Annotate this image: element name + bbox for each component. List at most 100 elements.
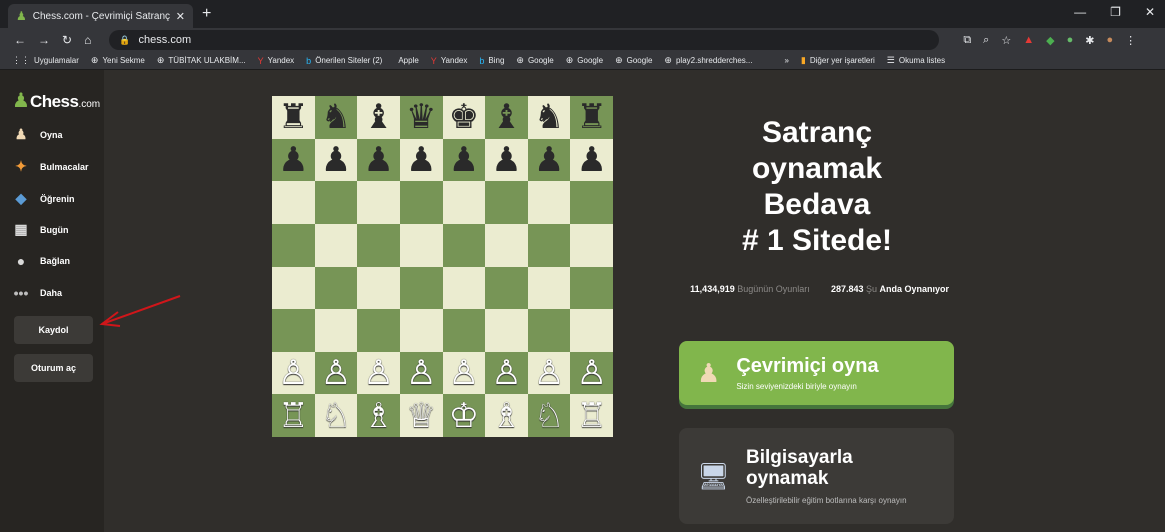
board-square[interactable] bbox=[272, 309, 315, 352]
tab-close-icon[interactable]: ✕ bbox=[176, 10, 185, 23]
black-piece[interactable]: ♝ bbox=[491, 100, 521, 134]
black-piece[interactable]: ♟ bbox=[321, 143, 351, 177]
sidebar-item-play[interactable]: ♟ Oyna bbox=[12, 126, 63, 143]
black-piece[interactable]: ♟ bbox=[491, 143, 521, 177]
board-square[interactable]: ♙ bbox=[314, 351, 358, 395]
black-piece[interactable]: ♟ bbox=[278, 143, 308, 177]
board-square[interactable]: ♜ bbox=[272, 96, 315, 139]
black-piece[interactable]: ♜ bbox=[576, 100, 606, 134]
sidebar-item-more[interactable]: ••• Daha bbox=[12, 285, 62, 301]
zoom-icon[interactable]: ⌕ bbox=[983, 34, 989, 47]
board-square[interactable] bbox=[357, 266, 400, 310]
board-square[interactable] bbox=[399, 223, 443, 267]
black-piece[interactable]: ♛ bbox=[406, 100, 436, 134]
board-square[interactable] bbox=[272, 223, 315, 267]
maximize-button[interactable]: ❐ bbox=[1110, 5, 1121, 19]
board-square[interactable]: ♔ bbox=[442, 394, 486, 437]
board-square[interactable]: ♟ bbox=[357, 138, 400, 182]
bookmark-item[interactable]: ⊕ Google bbox=[615, 55, 652, 66]
black-piece[interactable]: ♟ bbox=[406, 143, 436, 177]
translate-icon[interactable]: ⧉ bbox=[963, 34, 971, 47]
play-online-button[interactable]: ♟ Çevrimiçi oyna Sizin seviyenizdeki bir… bbox=[679, 341, 954, 405]
board-square[interactable]: ♟ bbox=[272, 138, 315, 182]
board-square[interactable] bbox=[442, 223, 486, 267]
board-square[interactable]: ♕ bbox=[399, 394, 443, 437]
white-piece[interactable]: ♙ bbox=[449, 356, 479, 390]
board-square[interactable]: ♙ bbox=[485, 351, 528, 395]
reload-icon[interactable]: ↻ bbox=[62, 33, 72, 47]
black-piece[interactable]: ♚ bbox=[449, 100, 479, 134]
board-square[interactable]: ♙ bbox=[442, 351, 486, 395]
browser-tab[interactable]: ♟ Chess.com - Çevrimiçi Satranç O... ✕ bbox=[8, 4, 193, 28]
white-piece[interactable]: ♙ bbox=[363, 356, 393, 390]
bookmark-item[interactable]: ☰ Okuma listes bbox=[887, 55, 945, 66]
board-square[interactable] bbox=[357, 309, 400, 352]
shield-extension-icon[interactable]: ◆ bbox=[1046, 34, 1054, 47]
board-square[interactable] bbox=[314, 223, 358, 267]
board-square[interactable]: ♚ bbox=[442, 96, 486, 139]
board-square[interactable] bbox=[527, 266, 571, 310]
white-piece[interactable]: ♗ bbox=[491, 399, 521, 433]
black-piece[interactable]: ♟ bbox=[534, 143, 564, 177]
puzzle-extension-icon[interactable]: ✱ bbox=[1085, 34, 1094, 47]
minimize-button[interactable]: — bbox=[1074, 5, 1086, 19]
board-square[interactable] bbox=[570, 223, 613, 267]
board-square[interactable]: ♗ bbox=[485, 394, 528, 437]
board-square[interactable]: ♞ bbox=[314, 96, 358, 139]
board-square[interactable]: ♟ bbox=[527, 138, 571, 182]
bookmark-item[interactable]: Y Yandex bbox=[258, 56, 295, 66]
chat-extension-icon[interactable]: ● bbox=[1067, 34, 1074, 47]
login-button[interactable]: Oturum aç bbox=[14, 354, 93, 382]
white-piece[interactable]: ♔ bbox=[449, 399, 479, 433]
star-icon[interactable]: ☆ bbox=[1001, 34, 1011, 47]
sidebar-item-puzzles[interactable]: ✦ Bulmacalar bbox=[12, 158, 88, 175]
white-piece[interactable]: ♙ bbox=[576, 356, 606, 390]
board-square[interactable]: ♘ bbox=[527, 394, 571, 437]
new-tab-button[interactable]: + bbox=[202, 5, 211, 23]
board-square[interactable]: ♙ bbox=[357, 351, 400, 395]
black-piece[interactable]: ♟ bbox=[576, 143, 606, 177]
close-window-button[interactable]: ✕ bbox=[1145, 5, 1155, 19]
white-piece[interactable]: ♙ bbox=[278, 356, 308, 390]
bookmark-item[interactable]: ⊕ Yeni Sekme bbox=[91, 55, 145, 66]
board-square[interactable]: ♟ bbox=[314, 138, 358, 182]
signup-button[interactable]: Kaydol bbox=[14, 316, 93, 344]
sidebar-item-learn[interactable]: ◆ Öğrenin bbox=[12, 190, 75, 207]
board-square[interactable] bbox=[357, 223, 400, 267]
forward-arrow-icon[interactable]: → bbox=[38, 33, 50, 47]
black-piece[interactable]: ♞ bbox=[534, 100, 564, 134]
board-square[interactable] bbox=[399, 266, 443, 310]
board-square[interactable] bbox=[399, 181, 443, 224]
board-square[interactable] bbox=[527, 223, 571, 267]
board-square[interactable] bbox=[527, 181, 571, 224]
bookmark-item[interactable]: ⊕ TÜBİTAK ULAKBİM... bbox=[157, 55, 246, 66]
bookmark-item[interactable]: ▮ Diğer yer işaretleri bbox=[801, 55, 875, 66]
profile-avatar-icon[interactable]: ● bbox=[1106, 34, 1113, 47]
black-piece[interactable]: ♝ bbox=[363, 100, 393, 134]
board-square[interactable] bbox=[357, 181, 400, 224]
board-square[interactable]: ♖ bbox=[272, 394, 315, 437]
board-square[interactable]: ♗ bbox=[357, 394, 400, 437]
pdf-extension-icon[interactable]: ▲ bbox=[1023, 34, 1034, 47]
board-square[interactable]: ♙ bbox=[399, 351, 443, 395]
board-square[interactable]: ♟ bbox=[570, 138, 613, 182]
board-square[interactable] bbox=[272, 266, 315, 310]
black-piece[interactable]: ♞ bbox=[321, 100, 351, 134]
board-square[interactable] bbox=[485, 181, 528, 224]
bookmark-item[interactable]: ⊕ play2.shredderches... bbox=[664, 55, 752, 66]
board-square[interactable]: ♙ bbox=[527, 351, 571, 395]
board-square[interactable] bbox=[485, 266, 528, 310]
board-square[interactable]: ♟ bbox=[442, 138, 486, 182]
board-square[interactable]: ♞ bbox=[527, 96, 571, 139]
board-square[interactable]: ♘ bbox=[314, 394, 358, 437]
white-piece[interactable]: ♖ bbox=[576, 399, 606, 433]
board-square[interactable] bbox=[314, 266, 358, 310]
board-square[interactable]: ♟ bbox=[485, 138, 528, 182]
board-square[interactable] bbox=[570, 266, 613, 310]
board-square[interactable]: ♟ bbox=[399, 138, 443, 182]
board-square[interactable]: ♛ bbox=[399, 96, 443, 139]
white-piece[interactable]: ♕ bbox=[406, 399, 436, 433]
board-square[interactable] bbox=[314, 181, 358, 224]
white-piece[interactable]: ♙ bbox=[321, 356, 351, 390]
back-arrow-icon[interactable]: ← bbox=[14, 33, 26, 47]
